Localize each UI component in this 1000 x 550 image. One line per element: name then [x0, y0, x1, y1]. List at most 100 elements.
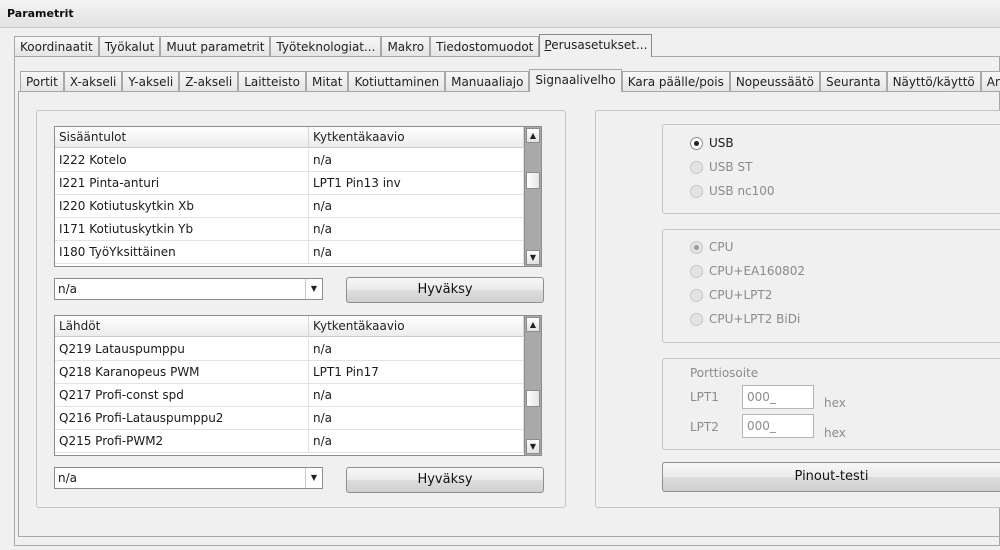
radio-button-icon[interactable] — [690, 288, 703, 302]
wiring-cell: n/a — [309, 195, 524, 217]
outputs-column-header[interactable]: Lähdöt — [55, 316, 309, 337]
wiring-cell: n/a — [309, 149, 524, 171]
wiring-cell: n/a — [309, 218, 524, 240]
radio-usb-nc100-label: USB nc100 — [709, 184, 775, 198]
wiring-column-header[interactable]: Kytkentäkaavio — [309, 127, 524, 148]
table-row[interactable]: I222 Kotelo n/a — [55, 149, 524, 172]
wiring-cell: n/a — [309, 384, 524, 406]
radio-usb[interactable]: USB — [690, 134, 734, 152]
inputs-scrollbar[interactable]: ▲ ▼ — [524, 127, 541, 266]
table-row[interactable]: Q217 Profi-const spd n/a — [55, 384, 524, 407]
tab-muut-parametrit[interactable]: Muut parametrit — [160, 36, 271, 57]
tab-z-akseli[interactable]: Z-akseli — [179, 71, 239, 92]
radio-usb-st[interactable]: USB ST — [690, 158, 752, 176]
wiring-cell: n/a — [309, 407, 524, 429]
table-row[interactable]: I220 Kotiutuskytkin Xb n/a — [55, 195, 524, 218]
table-row[interactable]: I171 Kotiutuskytkin Yb n/a — [55, 218, 524, 241]
tab-anturi[interactable]: Anturi — [980, 71, 1000, 92]
lpt2-unit-label: hex — [824, 426, 846, 440]
signal-name-cell: I222 Kotelo — [55, 149, 309, 171]
tab-perusasetukset[interactable]: Perusasetukset... — [539, 34, 653, 57]
signal-name-cell: I180 TyöYksittäinen — [55, 241, 309, 263]
scroll-down-icon[interactable]: ▼ — [526, 439, 540, 454]
tab-portit[interactable]: Portit — [20, 71, 64, 92]
tab-tyokalut[interactable]: Työkalut — [98, 36, 161, 57]
inputs-accept-button[interactable]: Hyväksy — [346, 277, 544, 303]
wiring-cell: LPT1 Pin13 inv — [309, 172, 524, 194]
radio-cpu-lpt2[interactable]: CPU+LPT2 — [690, 286, 772, 304]
radio-button-icon[interactable] — [690, 136, 703, 150]
wiring-cell: n/a — [309, 338, 524, 360]
inputs-table[interactable]: Sisääntulot Kytkentäkaavio I222 Kotelo n… — [54, 126, 542, 267]
pinout-test-button[interactable]: Pinout-testi — [662, 462, 1000, 492]
table-row[interactable]: Q218 Karanopeus PWM LPT1 Pin17 — [55, 361, 524, 384]
scroll-up-icon[interactable]: ▲ — [526, 128, 540, 143]
lpt2-address-field[interactable]: 000_ — [742, 414, 814, 438]
radio-button-icon[interactable] — [690, 312, 703, 326]
scroll-down-icon[interactable]: ▼ — [526, 250, 540, 265]
radio-selected-dot — [694, 244, 699, 250]
lpt2-label: LPT2 — [690, 420, 719, 434]
signal-name-cell: Q218 Karanopeus PWM — [55, 361, 309, 383]
radio-selected-dot — [694, 140, 699, 146]
tab-tyoteknologiat[interactable]: Työteknologiat... — [270, 36, 382, 57]
inputs-column-header[interactable]: Sisääntulot — [55, 127, 309, 148]
wiring-column-header[interactable]: Kytkentäkaavio — [309, 316, 524, 337]
tab-perusasetukset-label: erusasetukset... — [551, 38, 648, 52]
tab-kara-paalle-pois[interactable]: Kara päälle/pois — [621, 71, 730, 92]
outputs-accept-button[interactable]: Hyväksy — [346, 467, 544, 493]
outputs-table-header: Lähdöt Kytkentäkaavio — [55, 316, 524, 337]
radio-cpu-ea160802[interactable]: CPU+EA160802 — [690, 262, 805, 280]
radio-usb-label: USB — [709, 136, 734, 150]
table-row[interactable]: Q219 Latauspumppu n/a — [55, 338, 524, 361]
tab-kotiuttaminen[interactable]: Kotiuttaminen — [348, 71, 446, 92]
wiring-cell: n/a — [309, 241, 524, 263]
tab-nopeussaato[interactable]: Nopeussäätö — [729, 71, 821, 92]
tab-x-akseli[interactable]: X-akseli — [63, 71, 123, 92]
output-pin-select[interactable]: n/a ▼ — [54, 467, 323, 489]
tab-mitat[interactable]: Mitat — [306, 71, 349, 92]
outputs-table[interactable]: Lähdöt Kytkentäkaavio Q219 Latauspumppu … — [54, 315, 542, 456]
radio-cpu-lpt2-bidi-label: CPU+LPT2 BiDi — [709, 312, 801, 326]
port-address-title: Porttiosoite — [690, 366, 759, 380]
table-row[interactable]: Q216 Profi-Latauspumppu2 n/a — [55, 407, 524, 430]
chevron-down-icon[interactable]: ▼ — [305, 279, 322, 299]
lpt1-label: LPT1 — [690, 390, 719, 404]
tab-seuranta[interactable]: Seuranta — [820, 71, 887, 92]
lpt1-address-field[interactable]: 000_ — [742, 385, 814, 409]
radio-cpu-ea160802-label: CPU+EA160802 — [709, 264, 806, 278]
scroll-up-icon[interactable]: ▲ — [526, 317, 540, 332]
table-row[interactable]: Q215 Profi-PWM2 n/a — [55, 430, 524, 453]
table-row[interactable]: I221 Pinta-anturi LPT1 Pin13 inv — [55, 172, 524, 195]
input-pin-select-value: n/a — [58, 282, 78, 296]
radio-usb-nc100[interactable]: USB nc100 — [690, 182, 775, 200]
tab-signaalivelho[interactable]: Signaalivelho — [529, 69, 622, 92]
scroll-thumb[interactable] — [526, 172, 540, 189]
radio-usb-st-label: USB ST — [709, 160, 753, 174]
radio-button-icon[interactable] — [690, 264, 703, 278]
outputs-scrollbar[interactable]: ▲ ▼ — [524, 316, 541, 455]
wiring-cell: LPT1 Pin17 — [309, 361, 524, 383]
signal-name-cell: Q215 Profi-PWM2 — [55, 430, 309, 452]
chevron-down-icon[interactable]: ▼ — [305, 468, 322, 488]
tab-koordinaatit[interactable]: Koordinaatit — [14, 36, 99, 57]
tab-laitteisto[interactable]: Laitteisto — [238, 71, 306, 92]
radio-button-icon[interactable] — [690, 160, 703, 174]
input-pin-select[interactable]: n/a ▼ — [54, 278, 323, 300]
sub-tab-bar: Portit X-akseli Y-akseli Z-akseli Laitte… — [20, 69, 1000, 92]
table-row[interactable]: I180 TyöYksittäinen n/a — [55, 241, 524, 264]
signal-name-cell: Q217 Profi-const spd — [55, 384, 309, 406]
tab-manuaaliajo[interactable]: Manuaaliajo — [445, 71, 530, 92]
tab-y-akseli[interactable]: Y-akseli — [122, 71, 180, 92]
scroll-thumb[interactable] — [526, 390, 540, 407]
radio-button-icon[interactable] — [690, 184, 703, 198]
radio-cpu[interactable]: CPU — [690, 238, 733, 256]
tab-naytto-kaytto[interactable]: Näyttö/käyttö — [886, 71, 981, 92]
output-pin-select-value: n/a — [58, 471, 78, 485]
radio-button-icon[interactable] — [690, 240, 703, 254]
radio-cpu-lpt2-bidi[interactable]: CPU+LPT2 BiDi — [690, 310, 800, 328]
tab-tiedostomuodot[interactable]: Tiedostomuodot — [430, 36, 540, 57]
inputs-table-header: Sisääntulot Kytkentäkaavio — [55, 127, 524, 148]
tab-makro[interactable]: Makro — [381, 36, 431, 57]
signal-name-cell: I171 Kotiutuskytkin Yb — [55, 218, 309, 240]
